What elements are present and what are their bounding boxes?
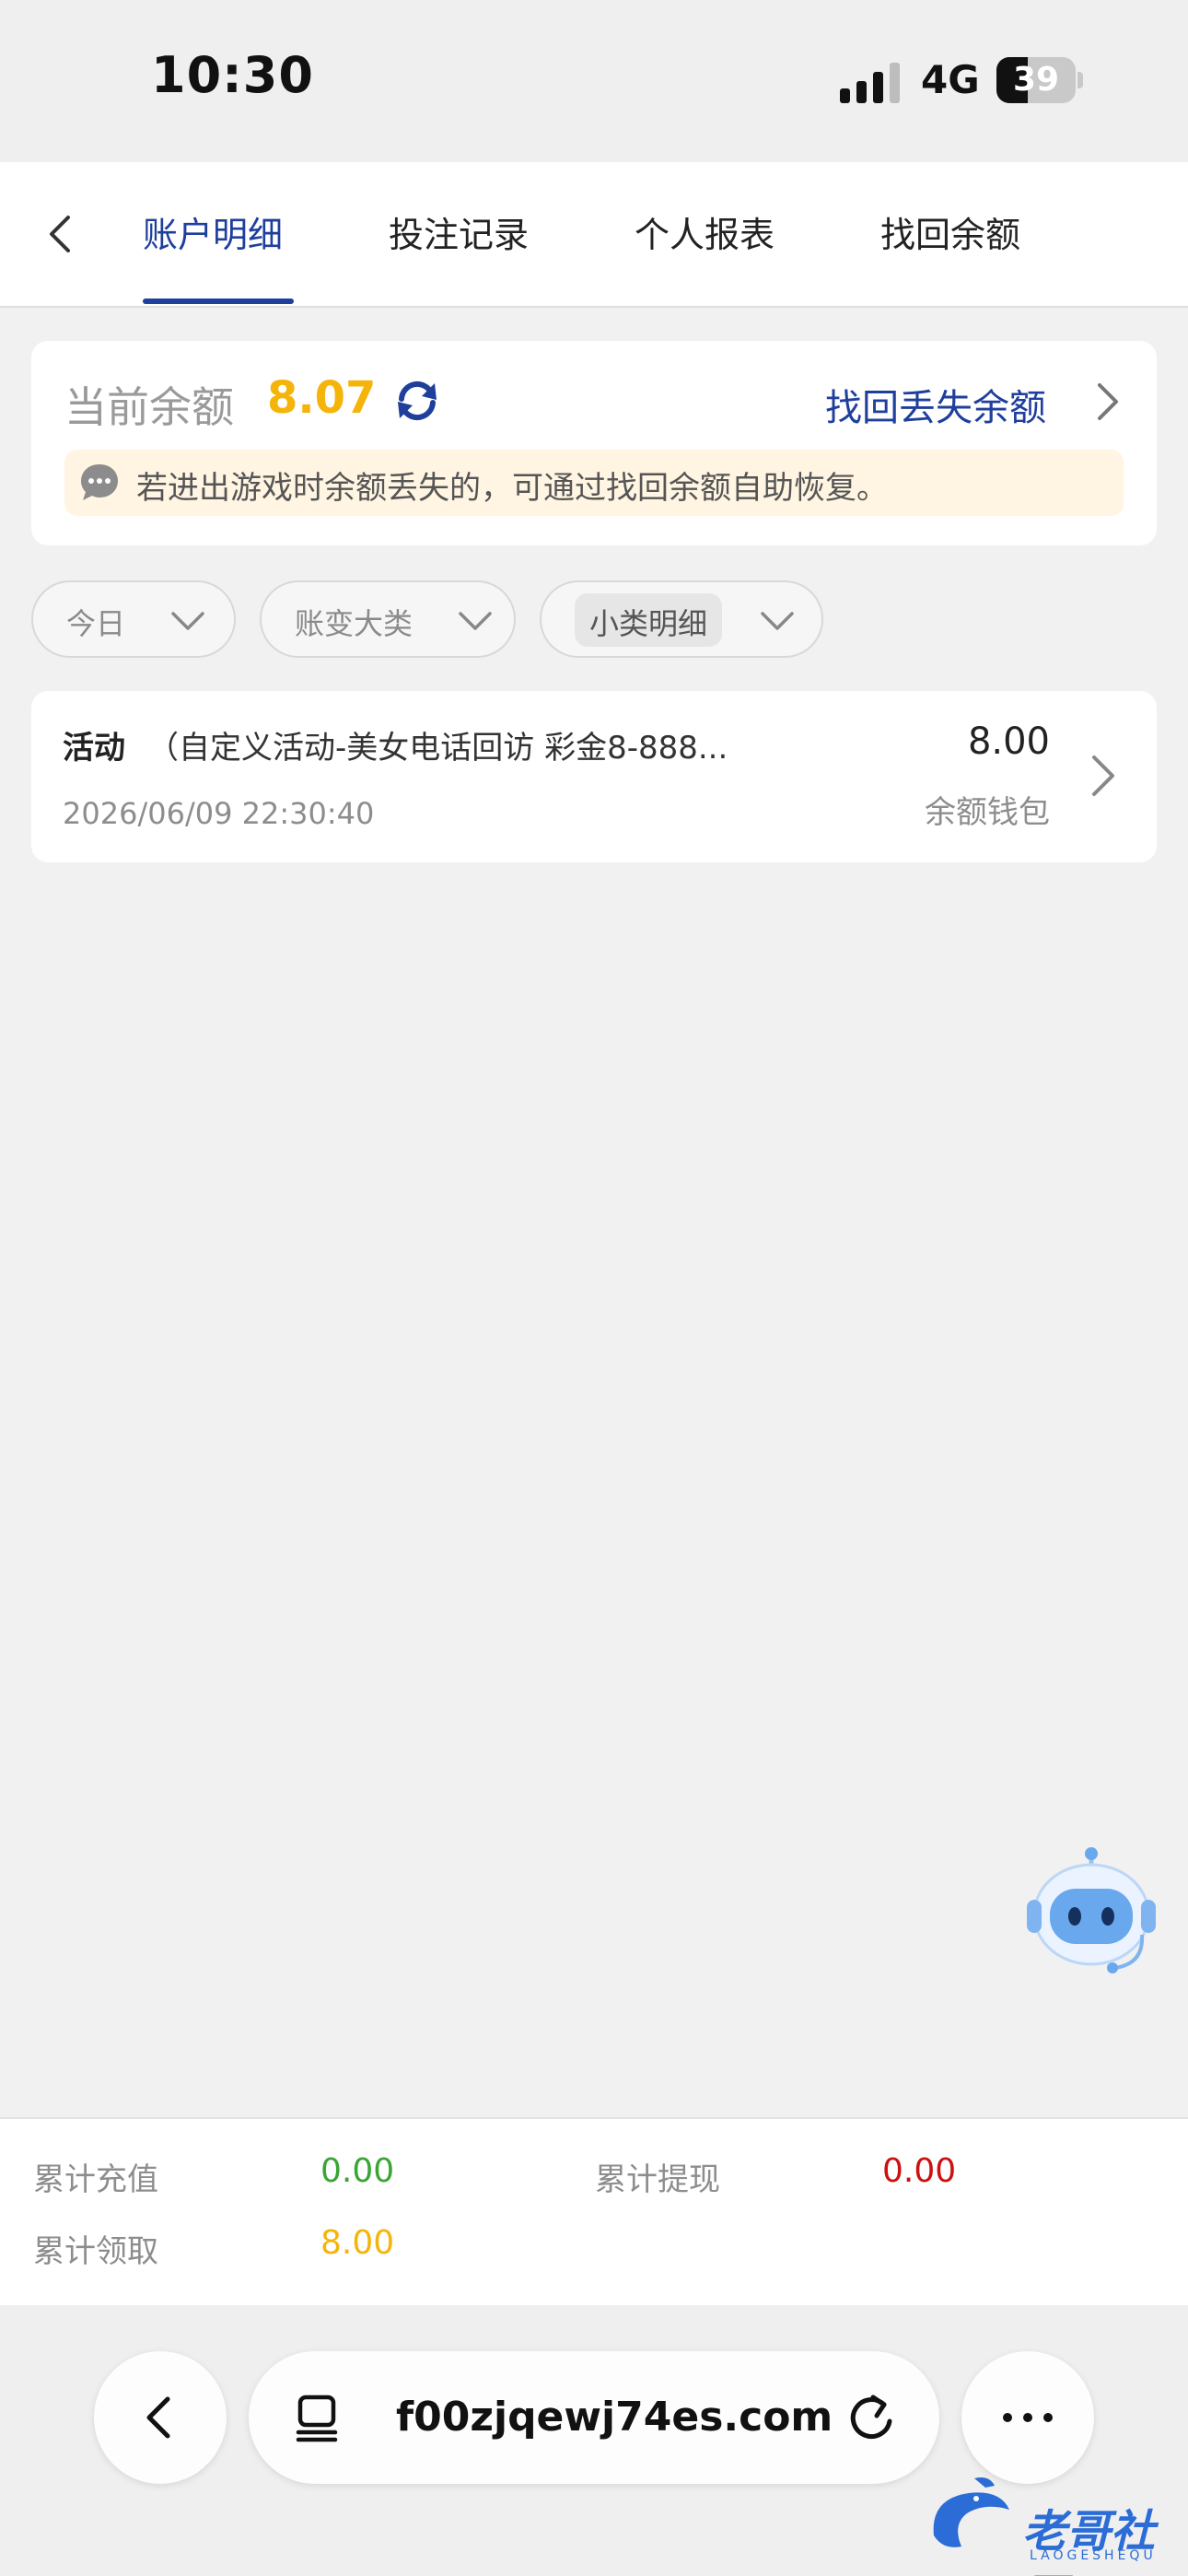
status-time: 10:30 <box>151 46 314 104</box>
reload-icon[interactable] <box>845 2390 901 2445</box>
chevron-right-icon[interactable] <box>1085 750 1122 802</box>
recharge-total-label: 累计充值 <box>33 2161 158 2198</box>
more-icon <box>1003 2413 1053 2422</box>
record-wallet: 余额钱包 <box>925 794 1050 831</box>
filter-subcategory[interactable]: 小类明细 <box>540 580 823 658</box>
tab-bar: 账户明细 投注记录 个人报表 找回余额 <box>0 162 1188 308</box>
chat-bubble-icon <box>81 464 118 500</box>
network-label: 4G <box>921 57 980 102</box>
record-amount: 8.00 <box>967 720 1050 763</box>
balance-label: 当前余额 <box>64 382 234 432</box>
address-bar[interactable]: f00zjqewj74es.com <box>249 2351 939 2484</box>
filter-category[interactable]: 账变大类 <box>260 580 516 658</box>
tab-account-details[interactable]: 账户明细 <box>143 206 283 257</box>
status-bar: 10:30 4G 39 <box>0 0 1188 162</box>
tabs-icon <box>296 2395 338 2442</box>
watermark-text: 老哥社区 <box>1022 2506 1156 2576</box>
chevron-down-icon <box>761 612 794 630</box>
tab-personal-report[interactable]: 个人报表 <box>635 206 775 257</box>
tab-bet-records[interactable]: 投注记录 <box>389 206 529 257</box>
claim-total-label: 累计领取 <box>33 2233 158 2270</box>
filter-date[interactable]: 今日 <box>31 580 236 658</box>
recover-lost-balance-link[interactable]: 找回丢失余额 <box>825 378 1046 431</box>
chevron-down-icon <box>171 612 204 630</box>
watermark: 老哥社区 LAOGESHEQU <box>921 2471 1188 2576</box>
filter-date-label: 今日 <box>66 606 126 641</box>
filter-subcategory-pill: 小类明细 <box>575 593 723 647</box>
battery-cap <box>1077 72 1083 88</box>
signal-icon <box>840 63 901 103</box>
balance-card: 当前余额 8.07 找回丢失余额 若进出游戏时余额丢失的，可通过找回余额自助恢复… <box>31 341 1157 545</box>
back-icon <box>146 2396 170 2439</box>
battery-icon: 39 <box>996 57 1076 103</box>
notice-text: 若进出游戏时余额丢失的，可通过找回余额自助恢复。 <box>136 470 888 507</box>
record-description: （自定义活动-美女电话回访 彩金8-888... <box>147 730 728 767</box>
chevron-right-icon[interactable] <box>1089 380 1125 424</box>
filter-subcategory-label: 小类明细 <box>589 606 708 641</box>
list-item[interactable]: 活动 （自定义活动-美女电话回访 彩金8-888... 2026/06/09 2… <box>31 691 1157 862</box>
summary-panel: 累计充值 0.00 累计提现 0.00 累计领取 8.00 <box>0 2117 1188 2305</box>
filter-category-label: 账变大类 <box>295 606 413 641</box>
withdraw-total-label: 累计提现 <box>595 2161 720 2198</box>
back-icon[interactable] <box>35 208 87 260</box>
balance-value: 8.07 <box>267 372 377 424</box>
browser-back-button[interactable] <box>94 2351 227 2484</box>
active-tab-indicator <box>143 299 294 304</box>
customer-service-robot-icon[interactable] <box>1022 1843 1160 1981</box>
refresh-icon[interactable] <box>390 374 444 427</box>
watermark-subtext: LAOGESHEQU <box>1030 2548 1157 2563</box>
tab-recover-balance[interactable]: 找回余额 <box>880 206 1020 257</box>
recharge-total-value: 0.00 <box>320 2152 395 2190</box>
dragon-logo-icon <box>933 2477 1009 2547</box>
record-datetime: 2026/06/09 22:30:40 <box>63 796 375 831</box>
browser-more-button[interactable] <box>961 2351 1094 2484</box>
notice-banner: 若进出游戏时余额丢失的，可通过找回余额自助恢复。 <box>64 450 1124 516</box>
browser-toolbar: f00zjqewj74es.com 老哥社区 LAOGESHEQU <box>0 2305 1188 2576</box>
withdraw-total-value: 0.00 <box>882 2152 957 2190</box>
url-text: f00zjqewj74es.com <box>396 2394 833 2441</box>
chevron-down-icon <box>459 612 492 630</box>
battery-level: 39 <box>1012 61 1060 99</box>
record-title: 活动 <box>63 730 125 767</box>
claim-total-value: 8.00 <box>320 2224 395 2262</box>
